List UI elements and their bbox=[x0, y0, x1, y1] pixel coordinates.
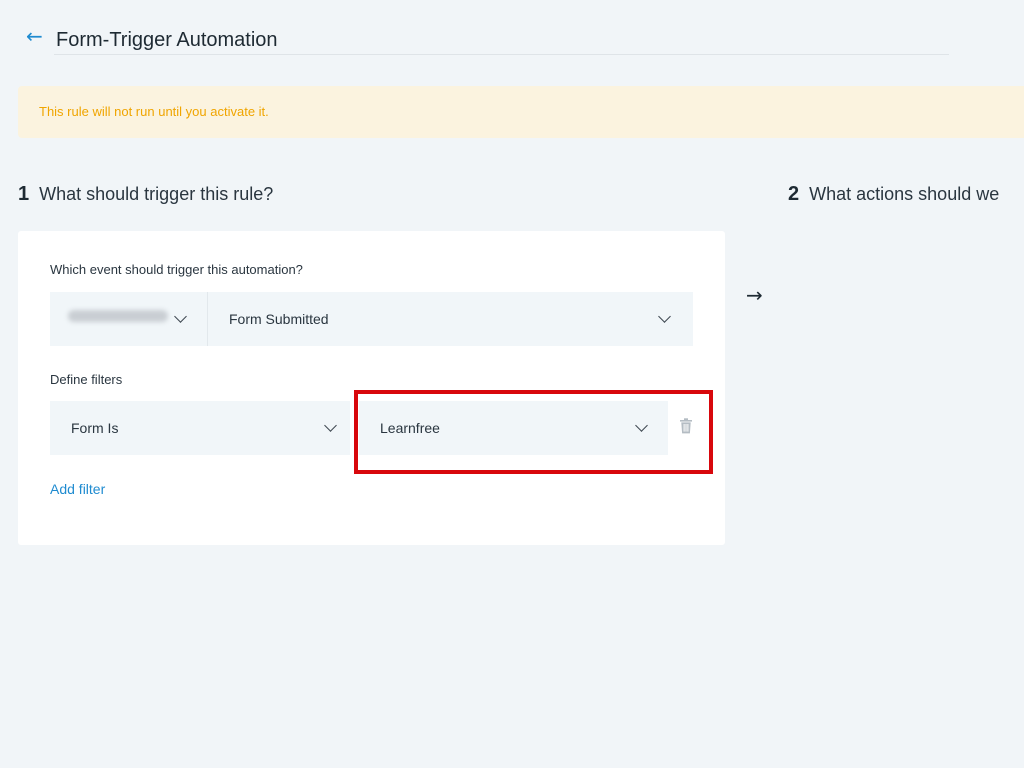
chevron-down-icon bbox=[324, 419, 337, 432]
event-select-value: Form Submitted bbox=[229, 311, 329, 327]
step-label: What should trigger this rule? bbox=[39, 184, 274, 204]
chevron-down-icon bbox=[174, 310, 187, 323]
step-1-heading: 1 What should trigger this rule? bbox=[18, 183, 273, 206]
obscured-app-name bbox=[68, 310, 168, 322]
filter-value-select[interactable]: Learnfree bbox=[359, 401, 668, 455]
app-select[interactable] bbox=[50, 292, 207, 346]
event-select[interactable]: Form Submitted bbox=[208, 292, 693, 346]
event-label: Which event should trigger this automati… bbox=[50, 262, 303, 277]
trash-icon[interactable] bbox=[679, 418, 693, 434]
filters-label: Define filters bbox=[50, 372, 123, 387]
step-label: What actions should we bbox=[809, 184, 1000, 204]
header: ← bbox=[26, 26, 48, 46]
automation-page: ← Form-Trigger Automation This rule will… bbox=[0, 0, 1024, 768]
trigger-card: Which event should trigger this automati… bbox=[18, 231, 725, 545]
chevron-down-icon bbox=[635, 419, 648, 432]
step-number: 1 bbox=[18, 183, 30, 205]
add-filter-link[interactable]: Add filter bbox=[50, 481, 105, 497]
page-title[interactable]: Form-Trigger Automation bbox=[56, 26, 278, 54]
back-arrow-icon[interactable]: ← bbox=[26, 26, 48, 46]
title-bar: Form-Trigger Automation bbox=[54, 26, 949, 55]
step-2-heading: 2 What actions should we bbox=[788, 183, 999, 206]
filter-value: Learnfree bbox=[380, 420, 440, 436]
chevron-down-icon bbox=[658, 310, 671, 323]
inactive-rule-banner: This rule will not run until you activat… bbox=[18, 86, 1024, 138]
arrow-right-icon: → bbox=[746, 283, 763, 307]
filter-field-select[interactable]: Form Is bbox=[50, 401, 350, 455]
filter-field-value: Form Is bbox=[71, 420, 119, 436]
banner-text: This rule will not run until you activat… bbox=[39, 104, 269, 119]
step-number: 2 bbox=[788, 183, 800, 205]
